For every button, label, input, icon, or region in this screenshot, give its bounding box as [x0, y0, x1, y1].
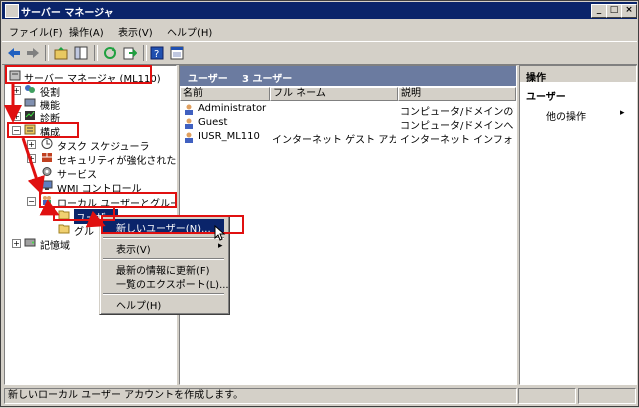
menu-item-view[interactable]: 表示(V) [116, 241, 151, 256]
expand-firewall-button[interactable]: + [27, 154, 36, 163]
toolbar: ? [2, 41, 637, 65]
status-bar: 新しいローカル ユーザー アカウントを作成します。 [2, 387, 637, 404]
menu-help[interactable]: ヘルプ(H) [167, 24, 212, 39]
diagnostics-icon [25, 111, 35, 120]
status-text: 新しいローカル ユーザー アカウントを作成します。 [4, 388, 517, 404]
menu-item-help[interactable]: ヘルプ(H) [116, 297, 161, 312]
wmi-icon [41, 180, 53, 190]
minimize-button[interactable]: _ [591, 4, 607, 18]
annotation-box-root [5, 65, 152, 84]
menu-separator [103, 258, 224, 260]
server-manager-window: サーバー マネージャ _ □ × ファイル(F) 操作(A) 表示(V) ヘルプ… [0, 0, 639, 407]
results-title: ユーザー [188, 74, 228, 85]
toolbar-separator [45, 45, 49, 61]
tree-item-firewall[interactable]: セキュリティが強化された Wi [57, 152, 176, 167]
actions-header: 操作 [520, 66, 636, 84]
help-icon[interactable]: ? [150, 46, 164, 60]
results-count: 3 ユーザー [242, 74, 293, 85]
title-bar: サーバー マネージャ _ □ × [2, 2, 637, 19]
column-header-full-name[interactable]: フル ネーム [270, 87, 398, 101]
svg-text:?: ? [154, 49, 159, 60]
refresh-icon[interactable] [103, 46, 117, 60]
actions-pane: 操作 ユーザー 他の操作 ▸ [519, 65, 637, 385]
menu-bar: ファイル(F) 操作(A) 表示(V) ヘルプ(H) [2, 21, 637, 39]
expand-roles-button[interactable]: + [12, 86, 21, 95]
menu-separator [103, 293, 224, 295]
tree-item-groups[interactable]: グル [74, 223, 94, 238]
roles-icon [25, 85, 35, 93]
folder-icon [58, 224, 70, 234]
clock-icon [41, 138, 53, 149]
annotation-box-configuration [7, 122, 79, 138]
export-icon[interactable] [123, 46, 137, 60]
expand-storage-button[interactable]: + [12, 239, 21, 248]
actions-section-users[interactable]: ユーザー [526, 88, 566, 103]
window-title: サーバー マネージャ [21, 8, 114, 19]
user-icon [185, 104, 193, 115]
back-arrow-icon[interactable] [7, 46, 21, 60]
cell-description: インターネット インフォメーシ [400, 135, 514, 146]
expand-task-scheduler-button[interactable]: + [27, 140, 36, 149]
menu-view[interactable]: 表示(V) [118, 24, 153, 39]
services-gear-icon [42, 167, 52, 176]
server-manager-icon [5, 4, 19, 18]
results-header: ユーザー 3 ユーザー [180, 66, 516, 86]
show-hide-tree-icon[interactable] [74, 46, 88, 60]
tree-item-task-scheduler[interactable]: タスク スケジューラ [57, 138, 149, 153]
tree-item-services[interactable]: サービス [57, 166, 97, 181]
column-header-name[interactable]: 名前 [180, 87, 270, 101]
features-icon [24, 98, 36, 107]
user-icon [185, 118, 193, 129]
actions-title: 操作 [526, 73, 546, 84]
user-icon [185, 132, 193, 143]
firewall-icon [42, 153, 52, 162]
cell-user-name: IUSR_ML110 [198, 131, 260, 142]
submenu-arrow-icon: ▸ [620, 108, 625, 118]
status-panel-2 [518, 388, 576, 404]
collapse-local-users-button[interactable]: − [27, 197, 36, 206]
forward-arrow-icon[interactable] [26, 46, 40, 60]
cell-description: コンピュータ/ドメインの管理 [400, 107, 514, 118]
column-header-description[interactable]: 説明 [398, 87, 516, 101]
mouse-cursor-icon [214, 225, 226, 241]
cell-user-name: Administrator [198, 103, 267, 114]
properties-icon[interactable] [170, 46, 184, 60]
cell-description: コンピュータ/ドメインへのゲ [400, 121, 514, 132]
tree-item-storage[interactable]: 記憶域 [40, 237, 70, 252]
toolbar-separator [143, 45, 147, 61]
expand-diagnostics-button[interactable]: + [12, 112, 21, 121]
storage-disk-icon [24, 238, 36, 247]
menu-item-refresh[interactable]: 最新の情報に更新(F) [116, 262, 210, 277]
menu-action[interactable]: 操作(A) [69, 24, 104, 39]
submenu-arrow-icon: ▸ [218, 241, 223, 251]
cell-user-name: Guest [198, 117, 228, 128]
cell-full-name: インターネット ゲスト アカウン [272, 135, 396, 146]
close-button[interactable]: × [621, 4, 637, 18]
status-panel-3 [578, 388, 636, 404]
up-folder-icon[interactable] [54, 46, 68, 60]
menu-item-export-list[interactable]: 一覧のエクスポート(L)... [116, 276, 229, 291]
toolbar-separator [94, 45, 98, 61]
menu-separator [103, 237, 224, 239]
maximize-button[interactable]: □ [606, 4, 622, 18]
actions-other-actions[interactable]: 他の操作 [546, 108, 586, 123]
menu-file[interactable]: ファイル(F) [9, 24, 63, 39]
